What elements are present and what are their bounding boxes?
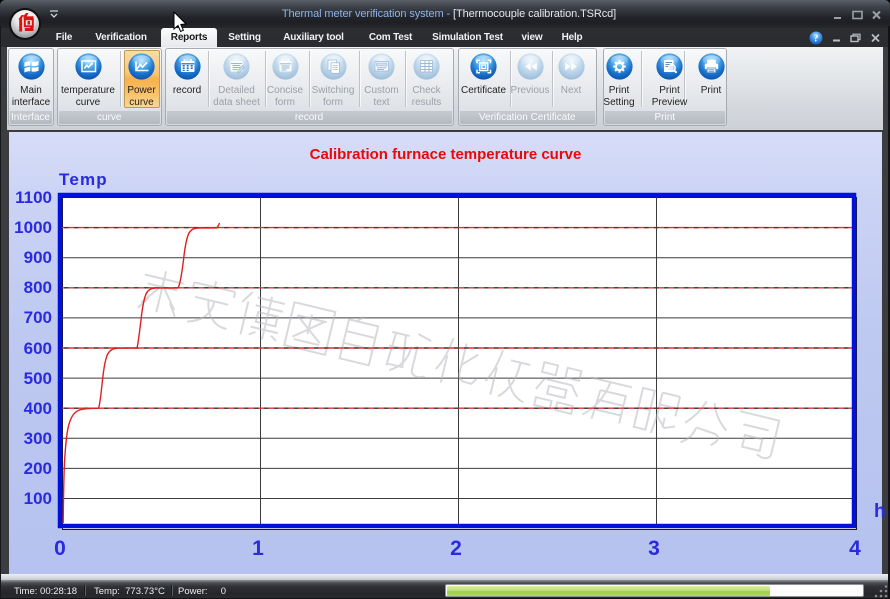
svg-text:?: ? xyxy=(814,34,819,45)
